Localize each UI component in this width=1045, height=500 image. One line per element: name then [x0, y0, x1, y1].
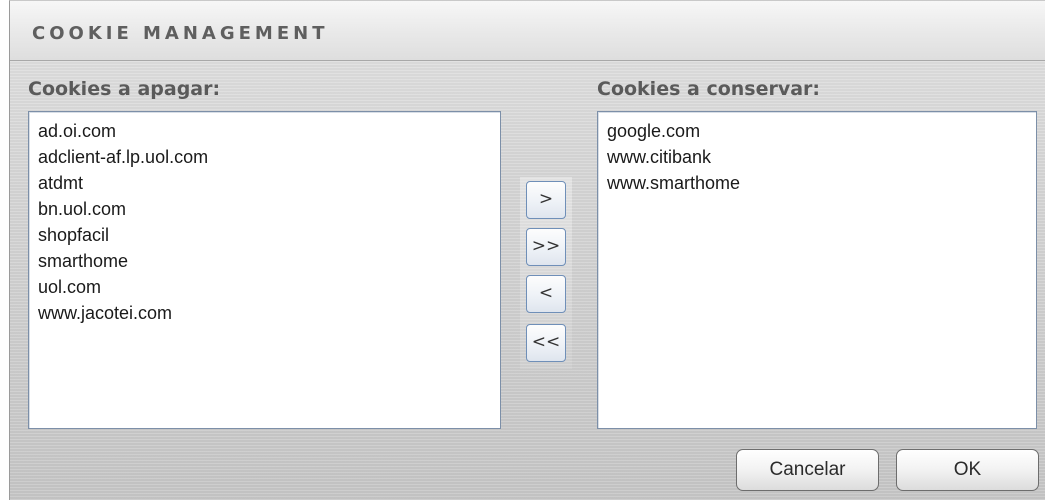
move-all-right-button[interactable]: >> — [526, 228, 566, 266]
dialog-title: COOKIE MANAGEMENT — [32, 23, 329, 44]
cookies-to-delete-list[interactable]: ad.oi.com adclient-af.lp.uol.com atdmt b… — [28, 111, 501, 429]
cookie-management-dialog: COOKIE MANAGEMENT Cookies a apagar: ad.o… — [9, 0, 1045, 500]
cookies-to-keep-label: Cookies a conservar: — [597, 78, 821, 100]
list-item[interactable]: www.citibank — [607, 144, 1036, 170]
list-item[interactable]: smarthome — [38, 248, 500, 274]
list-item[interactable]: google.com — [607, 118, 1036, 144]
list-item[interactable]: shopfacil — [38, 222, 500, 248]
list-item[interactable]: ad.oi.com — [38, 118, 500, 144]
move-all-left-button[interactable]: << — [526, 324, 566, 362]
cookies-to-keep-list[interactable]: google.com www.citibank www.smarthome — [597, 111, 1037, 429]
move-one-left-button[interactable]: < — [526, 275, 566, 313]
list-item[interactable]: www.jacotei.com — [38, 300, 500, 326]
list-item[interactable]: bn.uol.com — [38, 196, 500, 222]
cookies-to-delete-label: Cookies a apagar: — [28, 78, 221, 100]
dialog-titlebar: COOKIE MANAGEMENT — [10, 1, 1045, 61]
move-one-right-button[interactable]: > — [526, 181, 566, 219]
cancel-button[interactable]: Cancelar — [736, 449, 879, 491]
list-item[interactable]: atdmt — [38, 170, 500, 196]
list-item[interactable]: www.smarthome — [607, 170, 1036, 196]
ok-button[interactable]: OK — [896, 449, 1039, 491]
list-item[interactable]: uol.com — [38, 274, 500, 300]
list-item[interactable]: adclient-af.lp.uol.com — [38, 144, 500, 170]
